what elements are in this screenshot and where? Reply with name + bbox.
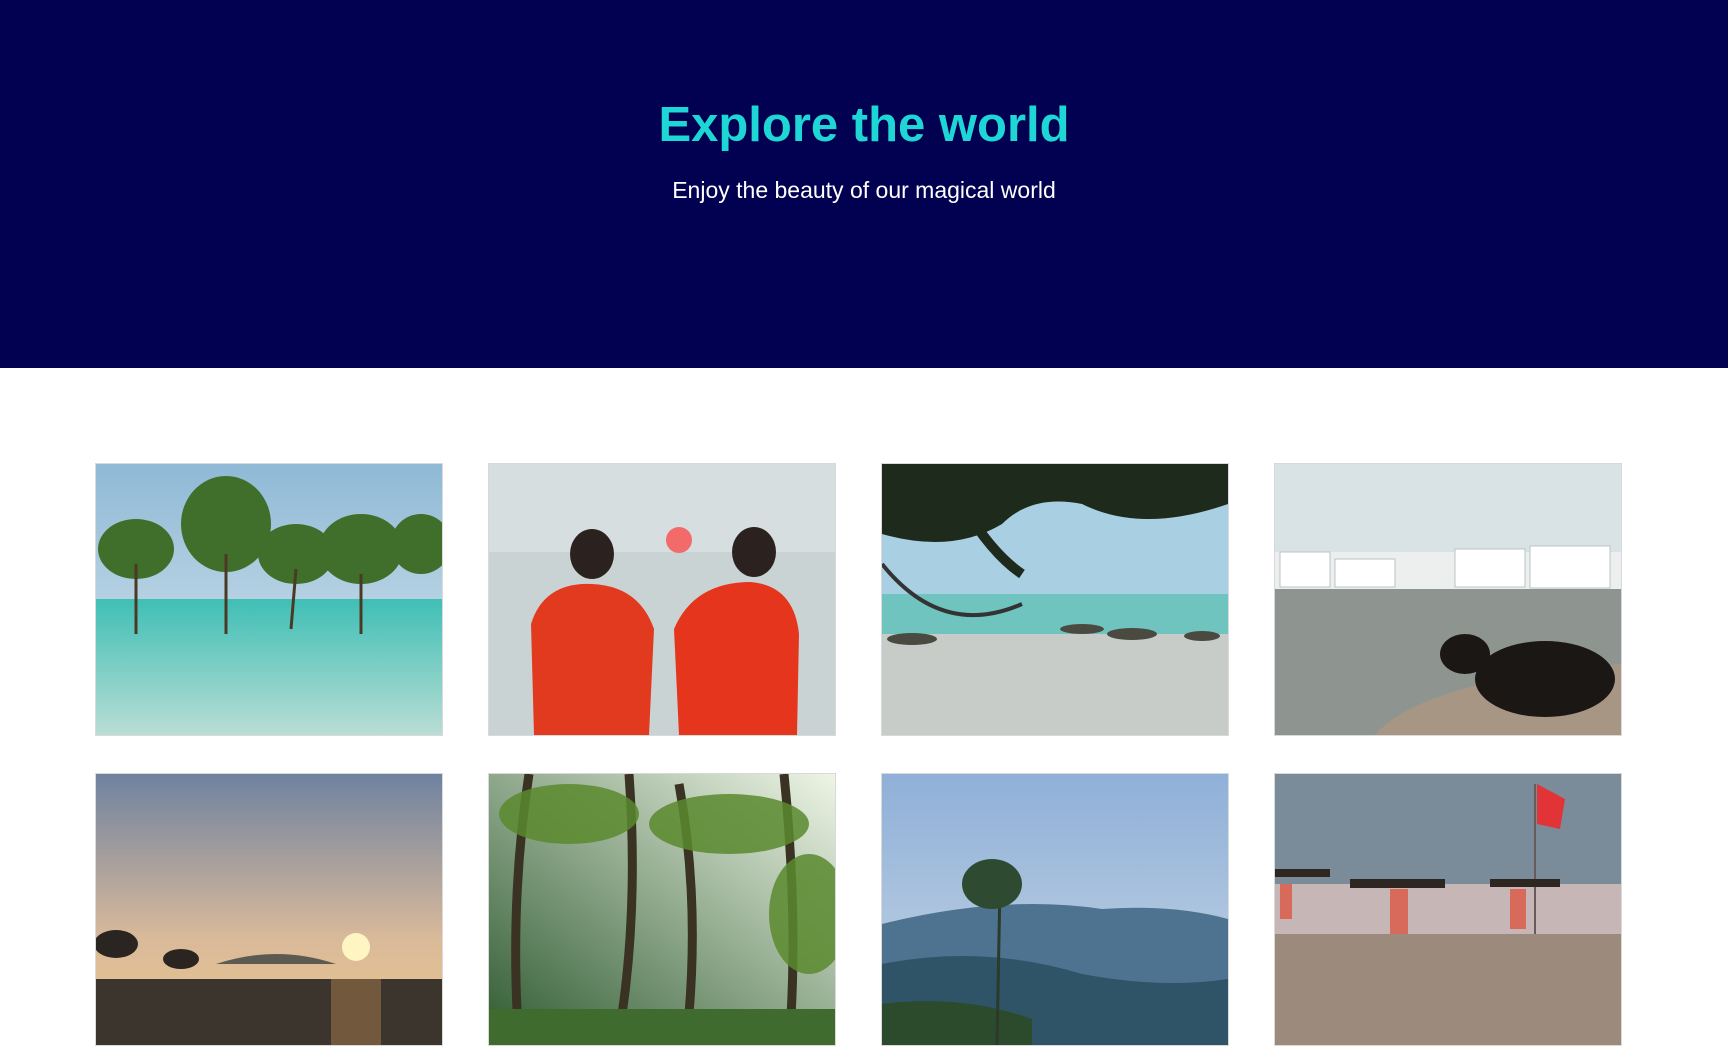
gallery-photo-hammock-beach[interactable] — [881, 463, 1229, 736]
women-saris-image — [489, 464, 835, 735]
cow-lake-image — [1275, 464, 1621, 735]
hero-banner: Explore the world Enjoy the beauty of ou… — [0, 0, 1728, 368]
hero-subtitle: Enjoy the beauty of our magical world — [672, 177, 1056, 203]
hammock-beach-image — [882, 464, 1228, 735]
mangroves-image — [96, 464, 442, 735]
hero-title: Explore the world — [658, 98, 1070, 152]
gallery-photo-women-saris[interactable] — [488, 463, 836, 736]
beach-flag-image — [1275, 774, 1621, 1045]
gallery-photo-misty-hills[interactable] — [881, 773, 1229, 1046]
gallery-photo-sunset-flats[interactable] — [95, 773, 443, 1046]
gallery-photo-palm-forest[interactable] — [488, 773, 836, 1046]
gallery-photo-beach-flag[interactable] — [1274, 773, 1622, 1046]
gallery-photo-mangroves[interactable] — [95, 463, 443, 736]
palm-forest-image — [489, 774, 835, 1045]
misty-hills-image — [882, 774, 1228, 1045]
sunset-flats-image — [96, 774, 442, 1045]
gallery-photo-cow-lake[interactable] — [1274, 463, 1622, 736]
photo-gallery — [95, 463, 1623, 1046]
